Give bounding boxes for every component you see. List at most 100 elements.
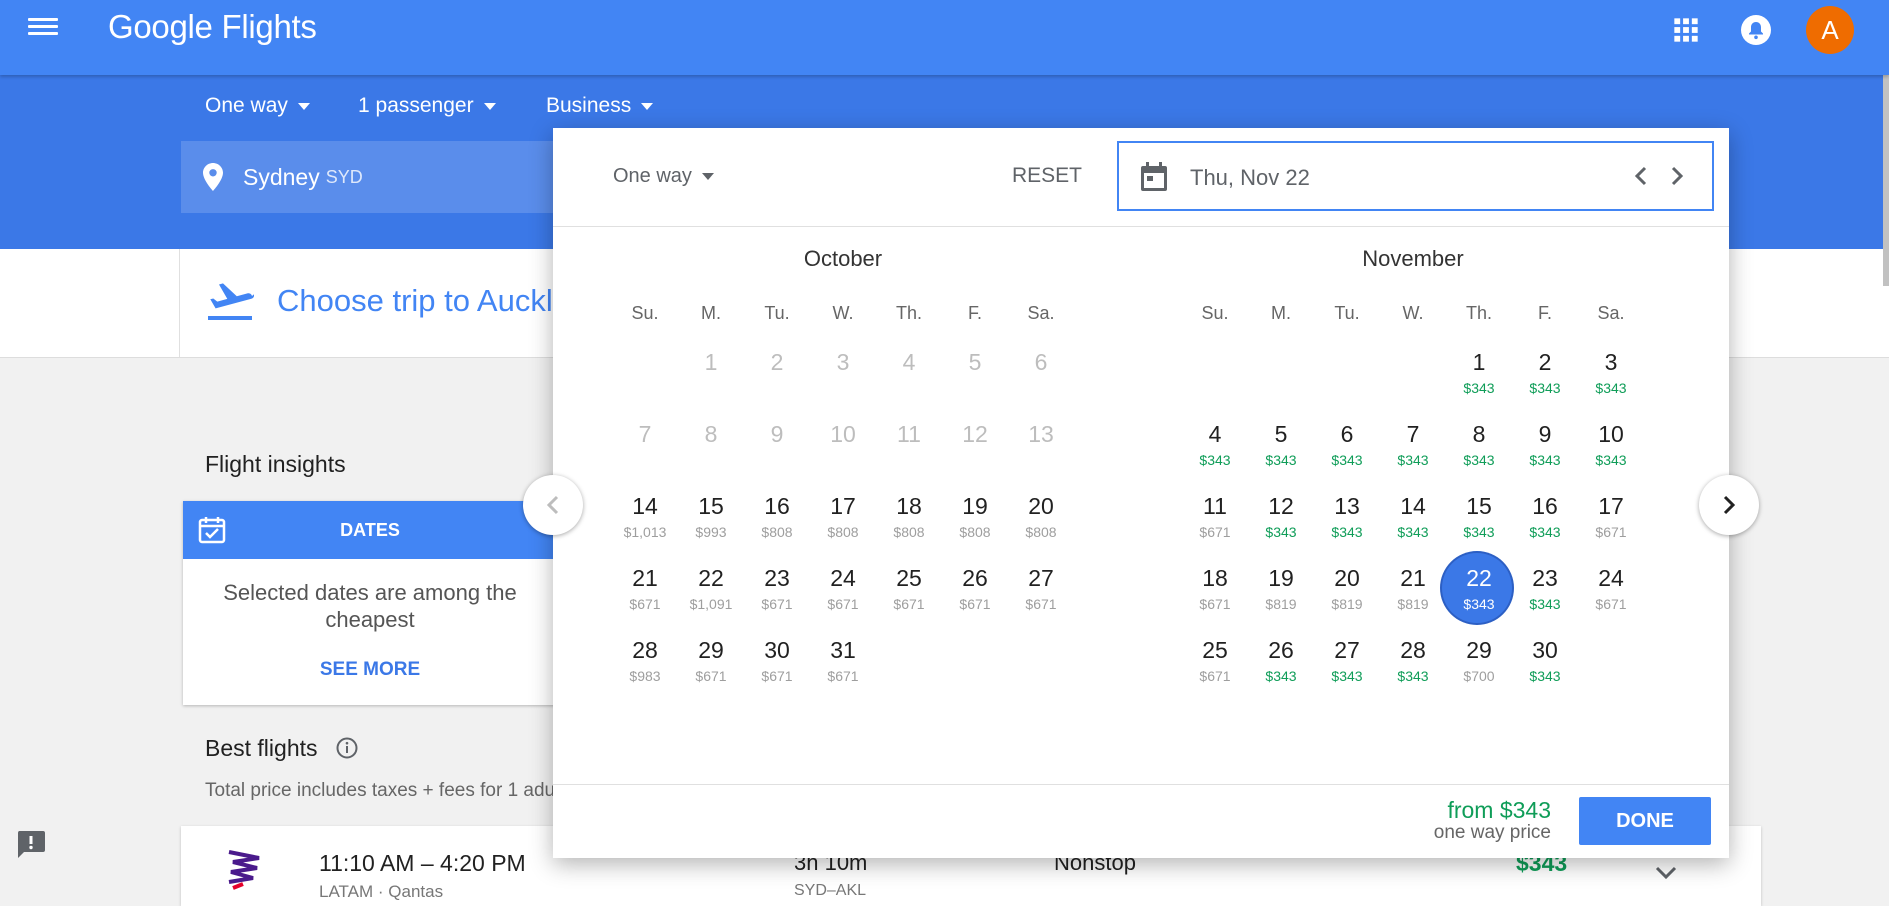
brand-logo[interactable]: Google Flights: [108, 8, 317, 46]
trip-type-dropdown[interactable]: One way: [205, 94, 310, 118]
day-price: $808: [893, 524, 925, 540]
notifications-icon[interactable]: [1740, 14, 1772, 46]
day-cell[interactable]: 16 $343: [1512, 489, 1578, 561]
day-cell[interactable]: 25 $671: [876, 561, 942, 633]
day-cell[interactable]: 19 $808: [942, 489, 1008, 561]
day-cell[interactable]: 31 $671: [810, 633, 876, 705]
day-cell[interactable]: 12 $343: [1248, 489, 1314, 561]
day-cell[interactable]: 30 $343: [1512, 633, 1578, 705]
day-cell[interactable]: 28 $343: [1380, 633, 1446, 705]
day-cell[interactable]: 17 $808: [810, 489, 876, 561]
day-cell[interactable]: 1 $343: [1446, 345, 1512, 417]
day-number: 24: [830, 565, 856, 591]
day-number: 23: [764, 565, 790, 591]
day-price: $671: [827, 596, 859, 612]
day-cell[interactable]: 8 $343: [1446, 417, 1512, 489]
day-cell[interactable]: 13 $343: [1314, 489, 1380, 561]
day-cell[interactable]: 29 $671: [678, 633, 744, 705]
day-cell[interactable]: 24 $671: [810, 561, 876, 633]
day-cell[interactable]: 25 $671: [1182, 633, 1248, 705]
day-cell[interactable]: 19 $819: [1248, 561, 1314, 633]
day-cell[interactable]: 21 $671: [612, 561, 678, 633]
day-cell: 9: [744, 417, 810, 489]
day-cell[interactable]: 28 $983: [612, 633, 678, 705]
picker-trip-type-dropdown[interactable]: One way: [613, 165, 714, 188]
day-cell[interactable]: 24 $671: [1578, 561, 1644, 633]
day-cell[interactable]: 30 $671: [744, 633, 810, 705]
month-october: October Su. M. Tu. W. Th. F. Sa. 1234567…: [612, 246, 1074, 705]
departure-date-field[interactable]: Thu, Nov 22: [1117, 141, 1714, 211]
next-month-button[interactable]: [1699, 475, 1759, 535]
day-cell-selected[interactable]: 22 $343: [1442, 553, 1512, 633]
info-icon[interactable]: [336, 737, 358, 759]
day-cell[interactable]: 16 $808: [744, 489, 810, 561]
flight-route: SYD–AKL: [794, 882, 867, 899]
done-button[interactable]: DONE: [1579, 797, 1711, 845]
day-number: 19: [1268, 565, 1294, 591]
day-cell[interactable]: 15 $993: [678, 489, 744, 561]
day-number: 22: [1466, 565, 1492, 591]
day-number: 9: [770, 421, 784, 447]
day-number: 20: [1028, 493, 1054, 519]
day-cell[interactable]: 23 $671: [744, 561, 810, 633]
apps-icon[interactable]: [1672, 16, 1700, 44]
prev-month-button[interactable]: [523, 475, 583, 535]
day-price: $808: [1025, 524, 1057, 540]
day-number: 24: [1598, 565, 1624, 591]
cabin-dropdown[interactable]: Business: [546, 94, 654, 118]
date-picker-dialog: One way RESET Thu, Nov 22 October Su. M.…: [553, 128, 1729, 858]
chevron-down-icon[interactable]: [1655, 866, 1677, 880]
menu-icon[interactable]: [28, 14, 58, 38]
day-cell[interactable]: 29 $700: [1446, 633, 1512, 705]
day-cell[interactable]: 17 $671: [1578, 489, 1644, 561]
day-price: $983: [629, 668, 661, 684]
day-cell[interactable]: 23 $343: [1512, 561, 1578, 633]
day-cell[interactable]: 27 $343: [1314, 633, 1380, 705]
day-cell[interactable]: 5 $343: [1248, 417, 1314, 489]
day-price: $343: [1397, 452, 1429, 468]
day-cell[interactable]: 11 $671: [1182, 489, 1248, 561]
weekday-label: Th.: [895, 303, 922, 323]
day-cell[interactable]: 20 $808: [1008, 489, 1074, 561]
day-cell[interactable]: 3 $343: [1578, 345, 1644, 417]
day-number: 28: [1400, 637, 1426, 663]
month-name: November: [1362, 246, 1464, 271]
day-cell[interactable]: 14 $1,013: [612, 489, 678, 561]
empty-day-cell: [1182, 345, 1248, 417]
day-cell[interactable]: 21 $819: [1380, 561, 1446, 633]
day-cell[interactable]: 6 $343: [1314, 417, 1380, 489]
day-cell[interactable]: 9 $343: [1512, 417, 1578, 489]
day-cell[interactable]: 7 $343: [1380, 417, 1446, 489]
day-cell[interactable]: 22 $1,091: [678, 561, 744, 633]
day-cell[interactable]: 26 $343: [1248, 633, 1314, 705]
day-cell[interactable]: 15 $343: [1446, 489, 1512, 561]
from-price: from $343: [1447, 797, 1551, 823]
reset-button[interactable]: RESET: [1012, 164, 1082, 188]
weekday-label: Tu.: [764, 303, 790, 323]
weekday-label: F.: [1537, 303, 1552, 323]
chevron-left-icon[interactable]: [1633, 165, 1649, 187]
day-cell[interactable]: 18 $808: [876, 489, 942, 561]
day-cell[interactable]: 18 $671: [1182, 561, 1248, 633]
day-cell[interactable]: 4 $343: [1182, 417, 1248, 489]
day-cell[interactable]: 10 $343: [1578, 417, 1644, 489]
chevron-right-icon[interactable]: [1669, 165, 1685, 187]
avatar[interactable]: A: [1806, 6, 1854, 54]
day-cell[interactable]: 2 $343: [1512, 345, 1578, 417]
day-cell[interactable]: 27 $671: [1008, 561, 1074, 633]
day-number: 15: [698, 493, 724, 519]
day-number: 1: [704, 349, 718, 375]
see-more-link[interactable]: SEE MORE: [183, 659, 557, 681]
origin-field[interactable]: Sydney SYD: [181, 141, 561, 213]
passengers-dropdown[interactable]: 1 passenger: [358, 94, 496, 118]
day-cell[interactable]: 20 $819: [1314, 561, 1380, 633]
day-number: 1: [1472, 349, 1486, 375]
day-price: $343: [1529, 668, 1561, 684]
day-cell[interactable]: 14 $343: [1380, 489, 1446, 561]
airline-logo: [228, 850, 260, 890]
day-cell[interactable]: 26 $671: [942, 561, 1008, 633]
day-number: 19: [962, 493, 988, 519]
feedback-icon[interactable]: [15, 828, 47, 860]
weekday-label: Sa.: [1027, 303, 1055, 323]
day-cell: 6: [1008, 345, 1074, 417]
